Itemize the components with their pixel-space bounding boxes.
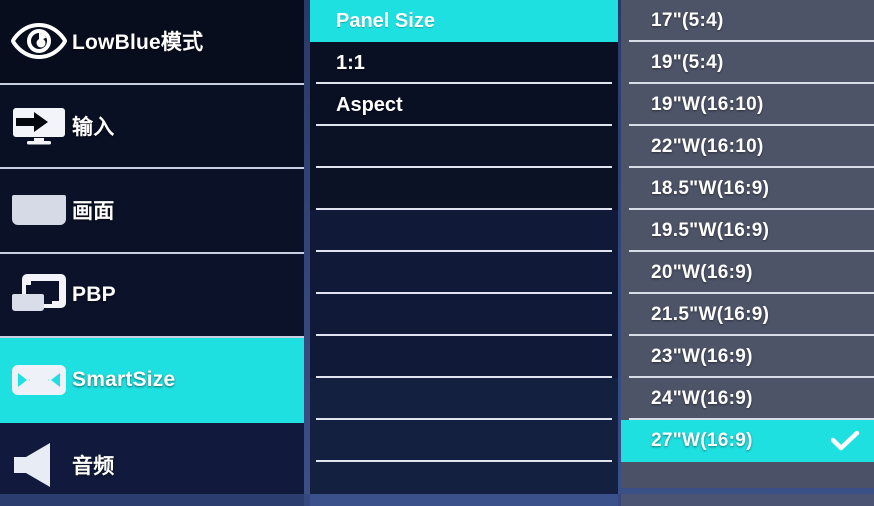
- submenu-header-panel-size[interactable]: Panel Size: [310, 0, 618, 42]
- sidebar-item-input[interactable]: 输入: [0, 84, 304, 169]
- bottom-segment-left: [0, 494, 304, 506]
- option-label: 19"(5:4): [651, 52, 724, 73]
- option-label: 20"W(16:9): [651, 262, 753, 283]
- option-label: 17"(5:4): [651, 10, 724, 31]
- submenu-item-label: 1:1: [336, 51, 365, 74]
- desktop-background-strip: [0, 494, 874, 506]
- option-19-5-4[interactable]: 19"(5:4): [621, 42, 874, 84]
- option-18-5w-16-9[interactable]: 18.5"W(16:9): [621, 168, 874, 210]
- option-17-5-4[interactable]: 17"(5:4): [621, 0, 874, 42]
- option-24w-16-9[interactable]: 24"W(16:9): [621, 378, 874, 420]
- option-label: 24"W(16:9): [651, 388, 753, 409]
- submenu-item-1to1[interactable]: 1:1: [310, 42, 618, 84]
- option-23w-16-9[interactable]: 23"W(16:9): [621, 336, 874, 378]
- check-icon: [830, 430, 860, 452]
- submenu-item-empty[interactable]: [310, 378, 618, 420]
- option-19w-16-10[interactable]: 19"W(16:10): [621, 84, 874, 126]
- monitor-osd-menu: LowBlue模式 输入 画面 PBP SmartSize 音频 Panel S…: [0, 0, 874, 506]
- osd-options-panel-size-values: 17"(5:4) 19"(5:4) 19"W(16:10) 22"W(16:10…: [621, 0, 874, 488]
- submenu-item-empty[interactable]: [310, 168, 618, 210]
- sidebar-item-label: 画面: [72, 200, 115, 224]
- option-label: 23"W(16:9): [651, 346, 753, 367]
- submenu-item-label: Aspect: [336, 93, 403, 116]
- submenu-item-empty[interactable]: [310, 462, 618, 494]
- option-label: 19"W(16:10): [651, 94, 764, 115]
- bottom-segment-middle: [310, 494, 618, 506]
- option-20w-16-9[interactable]: 20"W(16:9): [621, 252, 874, 294]
- eye-icon: [6, 13, 72, 69]
- option-label: 22"W(16:10): [651, 136, 764, 157]
- osd-sidebar: LowBlue模式 输入 画面 PBP SmartSize 音频: [0, 0, 304, 494]
- sidebar-item-smartsize[interactable]: SmartSize: [0, 338, 304, 423]
- option-27w-16-9[interactable]: 27"W(16:9): [621, 420, 874, 462]
- sidebar-item-audio[interactable]: 音频: [0, 422, 304, 494]
- option-label: 27"W(16:9): [651, 430, 753, 451]
- picture-screen-icon: [6, 182, 72, 238]
- sidebar-item-lowblue[interactable]: LowBlue模式: [0, 0, 304, 85]
- bottom-segment-right: [621, 494, 874, 506]
- submenu-item-empty[interactable]: [310, 126, 618, 168]
- sidebar-item-picture[interactable]: 画面: [0, 169, 304, 254]
- option-22w-16-10[interactable]: 22"W(16:10): [621, 126, 874, 168]
- option-label: 21.5"W(16:9): [651, 304, 770, 325]
- sidebar-item-label: 输入: [72, 115, 115, 139]
- option-label: 19.5"W(16:9): [651, 220, 770, 241]
- sidebar-item-label: 音频: [72, 454, 115, 478]
- sidebar-item-label: PBP: [72, 282, 116, 306]
- osd-submenu-panel-size: Panel Size 1:1 Aspect: [310, 0, 618, 494]
- sidebar-item-pbp[interactable]: PBP: [0, 253, 304, 338]
- option-label: 18.5"W(16:9): [651, 178, 770, 199]
- option-19-5w-16-9[interactable]: 19.5"W(16:9): [621, 210, 874, 252]
- submenu-item-empty[interactable]: [310, 294, 618, 336]
- submenu-item-empty[interactable]: [310, 420, 618, 462]
- speaker-icon: [6, 437, 72, 493]
- submenu-item-empty[interactable]: [310, 210, 618, 252]
- submenu-item-empty[interactable]: [310, 336, 618, 378]
- sidebar-item-label: LowBlue模式: [72, 31, 204, 55]
- submenu-item-empty[interactable]: [310, 252, 618, 294]
- submenu-header-label: Panel Size: [336, 9, 435, 32]
- input-monitor-icon: [6, 98, 72, 154]
- sidebar-item-label: SmartSize: [72, 368, 176, 392]
- option-21-5w-16-9[interactable]: 21.5"W(16:9): [621, 294, 874, 336]
- submenu-item-aspect[interactable]: Aspect: [310, 84, 618, 126]
- smartsize-arrows-icon: [6, 352, 72, 408]
- pbp-dual-screen-icon: [6, 267, 72, 323]
